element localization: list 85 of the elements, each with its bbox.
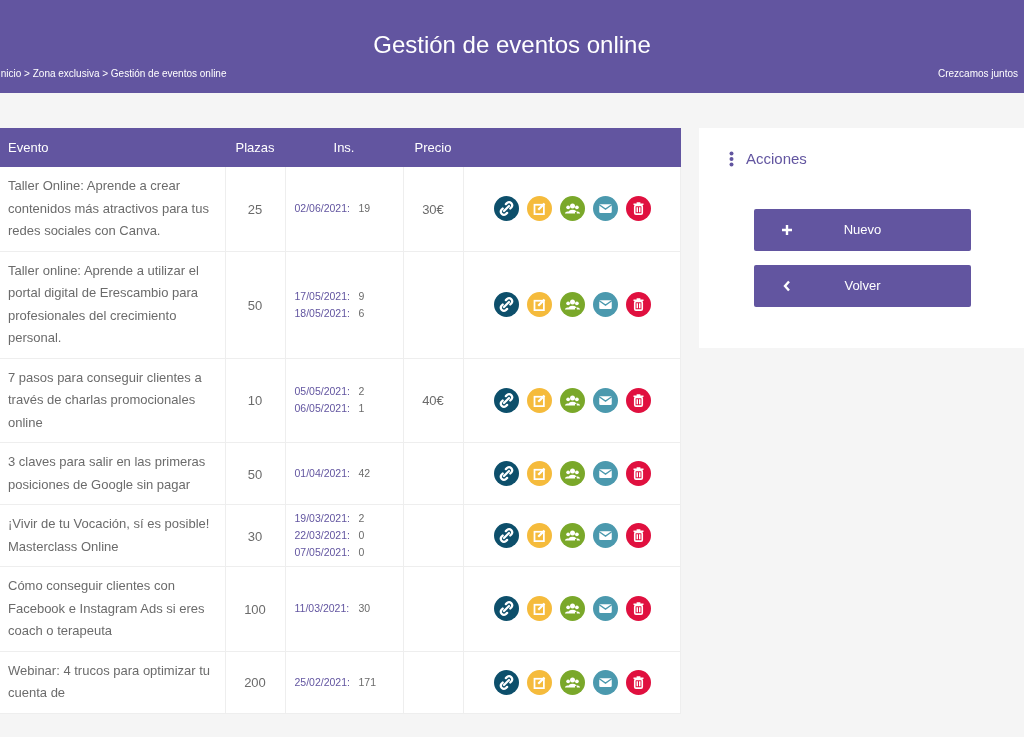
column-header: Ins. — [333, 139, 355, 155]
edit-icon[interactable] — [526, 461, 552, 486]
mail-icon[interactable] — [592, 292, 618, 317]
chevron-left-icon — [783, 279, 791, 292]
people-icon[interactable] — [559, 387, 585, 413]
mail-icon[interactable] — [592, 596, 618, 622]
link-icon[interactable] — [493, 196, 519, 222]
mail-icon[interactable] — [592, 461, 618, 486]
signup-count: 9 — [358, 288, 365, 304]
event-name: ¡Vivir de tu Vocación, sí es posible! Masterclass Online — [8, 515, 211, 556]
signup-date: 02/06/2021: — [294, 201, 351, 217]
link-icon[interactable] — [493, 523, 519, 548]
mail-icon[interactable] — [592, 669, 618, 695]
edit-icon[interactable] — [526, 292, 552, 317]
signup-date: 06/05/2021: — [294, 401, 351, 417]
price: 30€ — [422, 201, 444, 217]
seat-count: 10 — [247, 393, 263, 409]
seat-count: 50 — [247, 466, 263, 482]
signup-date: 19/03/2021: — [294, 511, 351, 526]
signup-count: 0 — [358, 545, 365, 560]
signup-count: 2 — [358, 384, 365, 400]
signup-date: 05/05/2021: — [294, 384, 351, 400]
mail-icon[interactable] — [592, 387, 618, 413]
event-name: Taller online: Aprende a utilizar el portal digital de Erescambio para profesionales del crecimiento personal. — [8, 261, 200, 347]
seat-count: 30 — [247, 528, 263, 544]
signup-count: 42 — [358, 466, 371, 481]
edit-icon[interactable] — [526, 196, 552, 222]
people-icon[interactable] — [559, 596, 585, 622]
panel-title: Acciones — [746, 149, 807, 169]
edit-icon[interactable] — [526, 387, 552, 413]
signup-date: 07/05/2021: — [294, 545, 351, 560]
people-icon[interactable] — [559, 523, 585, 548]
signup-date: 18/05/2021: — [294, 305, 351, 321]
event-name: Taller Online: Aprende a crear contenidos más atractivos para tus redes sociales con Canva. — [8, 177, 210, 240]
signup-date: 25/02/2021: — [294, 674, 351, 690]
people-icon[interactable] — [559, 669, 585, 695]
mail-icon[interactable] — [592, 196, 618, 222]
link-icon[interactable] — [493, 292, 519, 317]
people-icon[interactable] — [559, 196, 585, 222]
column-header: Plazas — [235, 139, 275, 155]
signup-count: 6 — [358, 305, 365, 321]
link-icon[interactable] — [493, 387, 519, 413]
page-title: Gestión de eventos online — [373, 30, 651, 60]
trash-icon[interactable] — [625, 596, 651, 622]
seat-count: 100 — [244, 601, 266, 617]
column-header: Precio — [414, 139, 452, 155]
link-icon[interactable] — [493, 461, 519, 486]
signup-count: 0 — [358, 528, 365, 543]
signup-count: 2 — [358, 511, 365, 526]
mail-icon[interactable] — [592, 523, 618, 548]
trash-icon[interactable] — [625, 523, 651, 548]
event-name: Cómo conseguir clientes con Facebook e Instagram Ads si eres coach o terapeuta — [8, 577, 206, 640]
signup-date: 17/05/2021: — [294, 288, 351, 304]
event-name: 7 pasos para conseguir clientes a través de charlas promocionales online — [8, 368, 203, 432]
signup-count: 19 — [358, 201, 371, 217]
link-icon[interactable] — [493, 669, 519, 695]
column-header: Evento — [8, 139, 49, 155]
trash-icon[interactable] — [625, 669, 651, 695]
people-icon[interactable] — [559, 292, 585, 317]
edit-icon[interactable] — [526, 669, 552, 695]
signup-count: 1 — [358, 401, 365, 417]
back-button[interactable]: Volver — [754, 264, 971, 307]
signup-date: 22/03/2021: — [294, 528, 351, 543]
link-icon[interactable] — [493, 596, 519, 622]
seat-count: 50 — [247, 297, 263, 313]
trash-icon[interactable] — [625, 461, 651, 486]
trash-icon[interactable] — [625, 196, 651, 222]
new-button[interactable]: Nuevo — [754, 208, 971, 251]
people-icon[interactable] — [559, 461, 585, 486]
price: 40€ — [422, 393, 444, 409]
event-name: Webinar: 4 trucos para optimizar tu cuenta de — [8, 661, 212, 702]
tagline: Crezcamos juntos — [937, 67, 1018, 81]
signup-date: 11/03/2021: — [294, 601, 351, 617]
trash-icon[interactable] — [625, 387, 651, 413]
event-name: 3 claves para salir en las primeras posiciones de Google sin pagar — [8, 453, 207, 494]
signup-count: 30 — [358, 601, 371, 617]
edit-icon[interactable] — [526, 596, 552, 622]
signup-count: 171 — [358, 674, 377, 690]
seat-count: 200 — [244, 675, 266, 690]
edit-icon[interactable] — [526, 523, 552, 548]
more-icon — [729, 151, 734, 168]
trash-icon[interactable] — [625, 292, 651, 317]
plus-icon — [781, 223, 793, 236]
seat-count: 25 — [247, 201, 263, 217]
signup-date: 01/04/2021: — [294, 466, 351, 481]
